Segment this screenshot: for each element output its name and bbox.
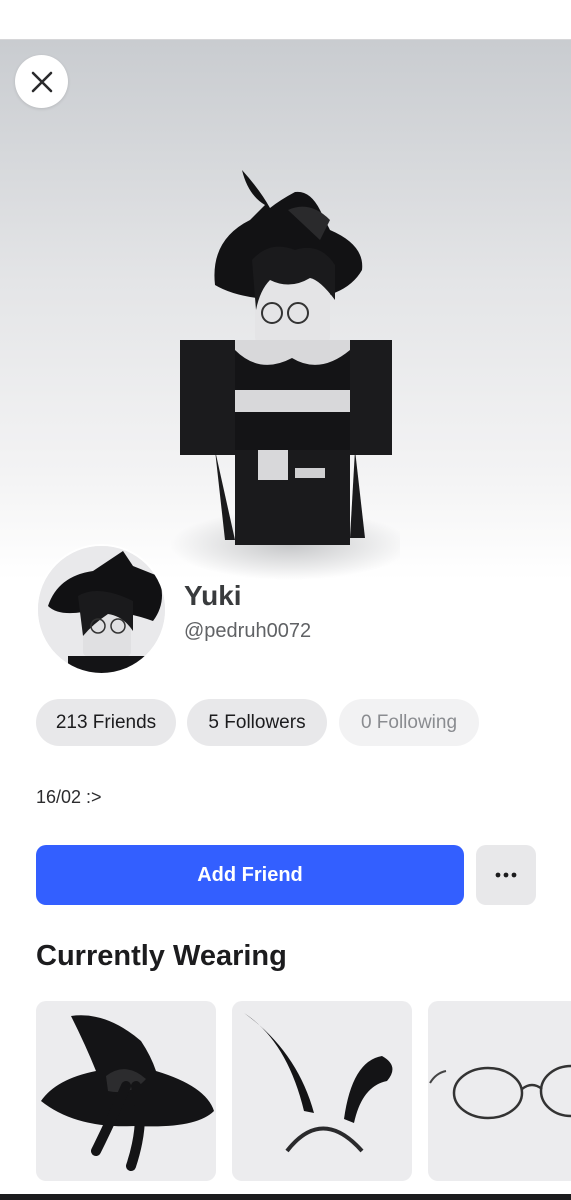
wearing-item-tile[interactable] — [428, 1001, 571, 1181]
currently-wearing-title: Currently Wearing — [36, 940, 287, 972]
witch-hat-icon — [41, 1015, 214, 1171]
close-button[interactable] — [15, 55, 68, 108]
display-name: Yuki — [184, 580, 242, 611]
add-friend-button[interactable]: Add Friend — [36, 845, 464, 905]
avatar-viewer[interactable] — [0, 40, 571, 580]
wearing-item-tile[interactable] — [232, 1001, 412, 1181]
glasses-icon — [429, 1064, 571, 1120]
avatar-figure — [170, 170, 400, 580]
avatar-headshot-icon — [38, 546, 165, 673]
bunny-ears-icon — [244, 1013, 393, 1153]
ellipsis-icon — [495, 872, 517, 878]
close-icon — [31, 71, 52, 92]
following-count-button[interactable]: 0 Following — [339, 699, 479, 746]
bottom-edge — [0, 1194, 571, 1200]
more-options-button[interactable] — [476, 845, 536, 905]
friends-count-button[interactable]: 213 Friends — [36, 699, 176, 746]
profile-status: 16/02 :> — [36, 787, 102, 807]
avatar[interactable] — [36, 544, 167, 675]
followers-count-button[interactable]: 5 Followers — [187, 699, 327, 746]
status-bar-area — [0, 0, 571, 40]
username: @pedruh0072 — [184, 620, 312, 642]
wearing-item-tile[interactable] — [36, 1001, 216, 1181]
